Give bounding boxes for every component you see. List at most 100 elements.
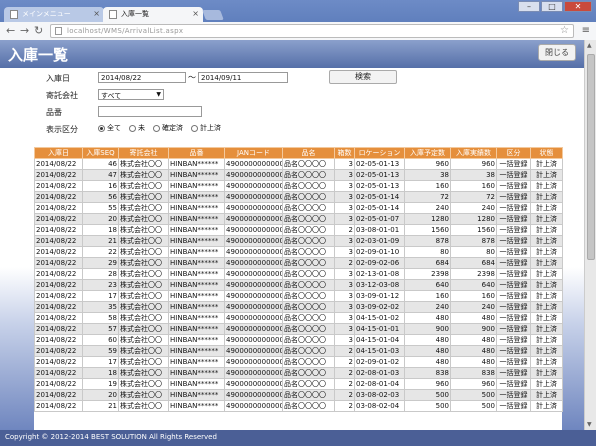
table-cell: 684 xyxy=(404,257,451,269)
table-row[interactable]: 2014/08/22 23 株式会社〇〇 HINBAN****** 4900000000… xyxy=(34,279,563,291)
table-cell: 計上済 xyxy=(530,169,563,181)
table-cell: 2014/08/22 xyxy=(34,224,83,236)
table-cell: 59 xyxy=(82,345,119,357)
date-from-input[interactable] xyxy=(98,72,186,83)
table-row[interactable]: 2014/08/22 20 株式会社〇〇 HINBAN****** 4900000000… xyxy=(34,389,563,401)
table-row[interactable]: 2014/08/22 19 株式会社〇〇 HINBAN****** 4900000000… xyxy=(34,378,563,390)
radio-button[interactable] xyxy=(191,124,198,132)
column-header[interactable]: 入庫予定数 xyxy=(404,147,451,159)
close-icon[interactable]: × xyxy=(192,9,199,18)
table-cell: 株式会社〇〇 xyxy=(118,301,169,313)
page-icon xyxy=(10,10,18,19)
back-arrow-icon[interactable]: ← xyxy=(6,25,15,37)
column-header[interactable]: 入庫SEQ xyxy=(82,147,119,159)
table-row[interactable]: 2014/08/22 20 株式会社〇〇 HINBAN****** 4900000000… xyxy=(34,213,563,225)
table-row[interactable]: 2014/08/22 47 株式会社〇〇 HINBAN****** 4900000000… xyxy=(34,169,563,181)
tab-label: メインメニュー xyxy=(22,10,71,18)
minimize-button[interactable]: – xyxy=(518,1,540,12)
close-window-button[interactable]: ✕ xyxy=(564,1,592,12)
tab-arrival-list[interactable]: 入庫一覧 × xyxy=(103,7,203,22)
table-row[interactable]: 2014/08/22 18 株式会社〇〇 HINBAN****** 4900000000… xyxy=(34,224,563,236)
table-cell: HINBAN****** xyxy=(168,268,225,280)
new-tab-button[interactable] xyxy=(202,10,224,20)
table-cell: 960 xyxy=(450,378,497,390)
table-cell: 品名〇〇〇〇 xyxy=(282,268,335,280)
table-cell: 4900000000000 xyxy=(224,202,283,214)
background-decoration xyxy=(562,68,584,430)
table-cell: 23 xyxy=(82,279,119,291)
date-to-input[interactable] xyxy=(198,72,288,83)
column-header[interactable]: 品名 xyxy=(282,147,335,159)
table-cell: 3 xyxy=(334,290,355,302)
reload-icon[interactable]: ↻ xyxy=(34,25,43,37)
table-cell: 3 xyxy=(334,191,355,203)
column-header[interactable]: 入庫日 xyxy=(34,147,83,159)
address-bar[interactable]: localhost/WMS/ArrivalList.aspx ☆ xyxy=(50,24,574,38)
column-header[interactable]: 区分 xyxy=(496,147,531,159)
table-cell: 株式会社〇〇 xyxy=(118,279,169,291)
table-cell: 240 xyxy=(404,301,451,313)
tab-main-menu[interactable]: メインメニュー × xyxy=(4,7,104,22)
item-input[interactable] xyxy=(98,106,202,117)
page-header: 入庫一覧 閉じる xyxy=(0,40,584,68)
column-header[interactable]: 入庫実績数 xyxy=(450,147,497,159)
star-icon[interactable]: ☆ xyxy=(560,25,569,36)
close-button[interactable]: 閉じる xyxy=(538,44,576,61)
scroll-down-arrow-icon[interactable]: ▼ xyxy=(587,421,592,428)
table-row[interactable]: 2014/08/22 46 株式会社〇〇 HINBAN****** 4900000000… xyxy=(34,158,563,170)
radio-button[interactable] xyxy=(129,124,136,132)
maximize-button[interactable]: □ xyxy=(541,1,563,12)
scrollbar-thumb[interactable] xyxy=(587,54,595,260)
forward-arrow-icon[interactable]: → xyxy=(20,25,29,37)
scroll-up-arrow-icon[interactable]: ▲ xyxy=(587,42,592,49)
column-header[interactable]: 箱数 xyxy=(334,147,355,159)
table-cell: 株式会社〇〇 xyxy=(118,400,169,412)
table-row[interactable]: 2014/08/22 17 株式会社〇〇 HINBAN****** 4900000000… xyxy=(34,356,563,368)
radio-booked[interactable]: 計上済 xyxy=(191,123,221,133)
table-row[interactable]: 2014/08/22 59 株式会社〇〇 HINBAN****** 4900000000… xyxy=(34,345,563,357)
table-row[interactable]: 2014/08/22 35 株式会社〇〇 HINBAN****** 4900000000… xyxy=(34,301,563,313)
radio-button[interactable] xyxy=(98,124,105,132)
radio-pending[interactable]: 未 xyxy=(129,123,145,133)
copyright-text: Copyright © 2012-2014 BEST SOLUTION All … xyxy=(5,433,217,441)
table-row[interactable]: 2014/08/22 29 株式会社〇〇 HINBAN****** 4900000000… xyxy=(34,257,563,269)
table-row[interactable]: 2014/08/22 22 株式会社〇〇 HINBAN****** 4900000000… xyxy=(34,246,563,258)
table-cell: HINBAN****** xyxy=(168,224,225,236)
column-header[interactable]: ロケーション xyxy=(354,147,405,159)
table-row[interactable]: 2014/08/22 21 株式会社〇〇 HINBAN****** 4900000000… xyxy=(34,400,563,412)
table-cell: 02-09-01-02 xyxy=(354,356,405,368)
consignor-select[interactable]: すべて ▼ xyxy=(98,89,164,100)
page-title: 入庫一覧 xyxy=(8,46,69,64)
table-row[interactable]: 2014/08/22 17 株式会社〇〇 HINBAN****** 4900000000… xyxy=(34,290,563,302)
table-cell: 2014/08/22 xyxy=(34,356,83,368)
table-cell: 20 xyxy=(82,389,119,401)
range-separator: 〜 xyxy=(188,73,196,82)
table-cell: 838 xyxy=(404,367,451,379)
table-row[interactable]: 2014/08/22 16 株式会社〇〇 HINBAN****** 4900000000… xyxy=(34,180,563,192)
table-row[interactable]: 2014/08/22 18 株式会社〇〇 HINBAN****** 4900000000… xyxy=(34,367,563,379)
background-decoration xyxy=(0,68,34,430)
search-button[interactable]: 検索 xyxy=(329,70,397,84)
column-header[interactable]: 品番 xyxy=(168,147,225,159)
table-row[interactable]: 2014/08/22 60 株式会社〇〇 HINBAN****** 4900000000… xyxy=(34,334,563,346)
column-header[interactable]: JANコード xyxy=(224,147,283,159)
column-header[interactable]: 状態 xyxy=(530,147,563,159)
table-cell: 28 xyxy=(82,268,119,280)
menu-icon[interactable]: ≡ xyxy=(582,25,590,36)
radio-all[interactable]: 全て xyxy=(98,123,121,133)
table-cell: 4900000000000 xyxy=(224,301,283,313)
column-header[interactable]: 寄託会社 xyxy=(118,147,169,159)
table-row[interactable]: 2014/08/22 57 株式会社〇〇 HINBAN****** 4900000000… xyxy=(34,323,563,335)
table-cell: 計上済 xyxy=(530,213,563,225)
table-row[interactable]: 2014/08/22 56 株式会社〇〇 HINBAN****** 4900000000… xyxy=(34,191,563,203)
close-icon[interactable]: × xyxy=(93,9,100,18)
table-row[interactable]: 2014/08/22 28 株式会社〇〇 HINBAN****** 4900000000… xyxy=(34,268,563,280)
radio-button[interactable] xyxy=(153,124,160,132)
table-row[interactable]: 2014/08/22 58 株式会社〇〇 HINBAN****** 4900000000… xyxy=(34,312,563,324)
radio-confirmed[interactable]: 確定済 xyxy=(153,123,183,133)
table-cell: 一括登録 xyxy=(496,169,531,181)
table-cell: HINBAN****** xyxy=(168,279,225,291)
table-row[interactable]: 2014/08/22 21 株式会社〇〇 HINBAN****** 4900000000… xyxy=(34,235,563,247)
vertical-scrollbar[interactable]: ▲ ▼ xyxy=(584,40,596,430)
table-row[interactable]: 2014/08/22 55 株式会社〇〇 HINBAN****** 4900000000… xyxy=(34,202,563,214)
